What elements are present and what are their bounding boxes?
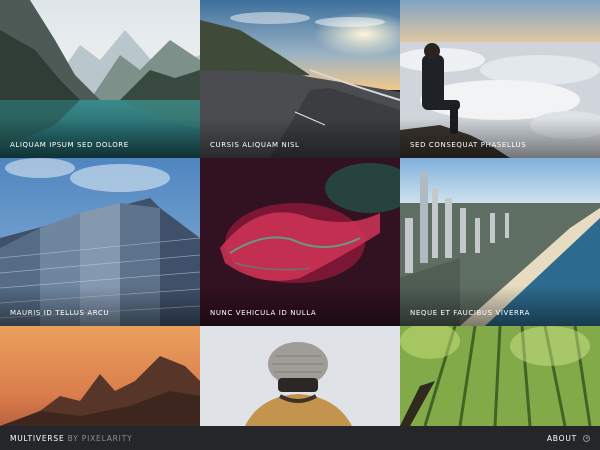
gallery-item-caption: ALIQUAM IPSUM SED DOLORE	[10, 141, 129, 149]
brand-suffix: BY PIXELARITY	[67, 433, 133, 443]
mountain-dusk-image	[0, 326, 200, 426]
gallery-item-coastal-city[interactable]: NEQUE ET FAUCIBUS VIVERRA	[400, 158, 600, 326]
footer-bar: MULTIVERSE BY PIXELARITY ABOUT	[0, 426, 600, 450]
bamboo-forest-image	[400, 326, 600, 426]
brand[interactable]: MULTIVERSE BY PIXELARITY	[10, 434, 132, 443]
gallery-item-person-beanie[interactable]	[200, 326, 400, 426]
gallery-item-hands-neon[interactable]: NUNC VEHICULA ID NULLA	[200, 158, 400, 326]
gallery-item-skyscraper[interactable]: MAURIS ID TELLUS ARCU	[0, 158, 200, 326]
gallery-item-mountain-dusk[interactable]	[0, 326, 200, 426]
gallery-item-bamboo-forest[interactable]	[400, 326, 600, 426]
about-link[interactable]: ABOUT	[547, 434, 590, 443]
brand-name: MULTIVERSE	[10, 433, 65, 443]
person-beanie-image	[200, 326, 400, 426]
gallery-item-man-above-clouds[interactable]: SED CONSEQUAT PHASELLUS	[400, 0, 600, 158]
gallery-item-caption: NUNC VEHICULA ID NULLA	[210, 309, 317, 317]
gallery-item-caption: NEQUE ET FAUCIBUS VIVERRA	[410, 309, 531, 317]
gallery-grid: ALIQUAM IPSUM SED DOLORE CURSIS ALIQUAM …	[0, 0, 600, 426]
gallery-item-road-sunset[interactable]: CURSIS ALIQUAM NISL	[200, 0, 400, 158]
info-circle-icon	[583, 434, 590, 442]
gallery-item-mountain-lake[interactable]: ALIQUAM IPSUM SED DOLORE	[0, 0, 200, 158]
gallery-item-caption: MAURIS ID TELLUS ARCU	[10, 309, 110, 317]
about-label: ABOUT	[546, 433, 577, 443]
gallery-item-caption: CURSIS ALIQUAM NISL	[210, 141, 300, 149]
gallery-item-caption: SED CONSEQUAT PHASELLUS	[410, 141, 527, 149]
